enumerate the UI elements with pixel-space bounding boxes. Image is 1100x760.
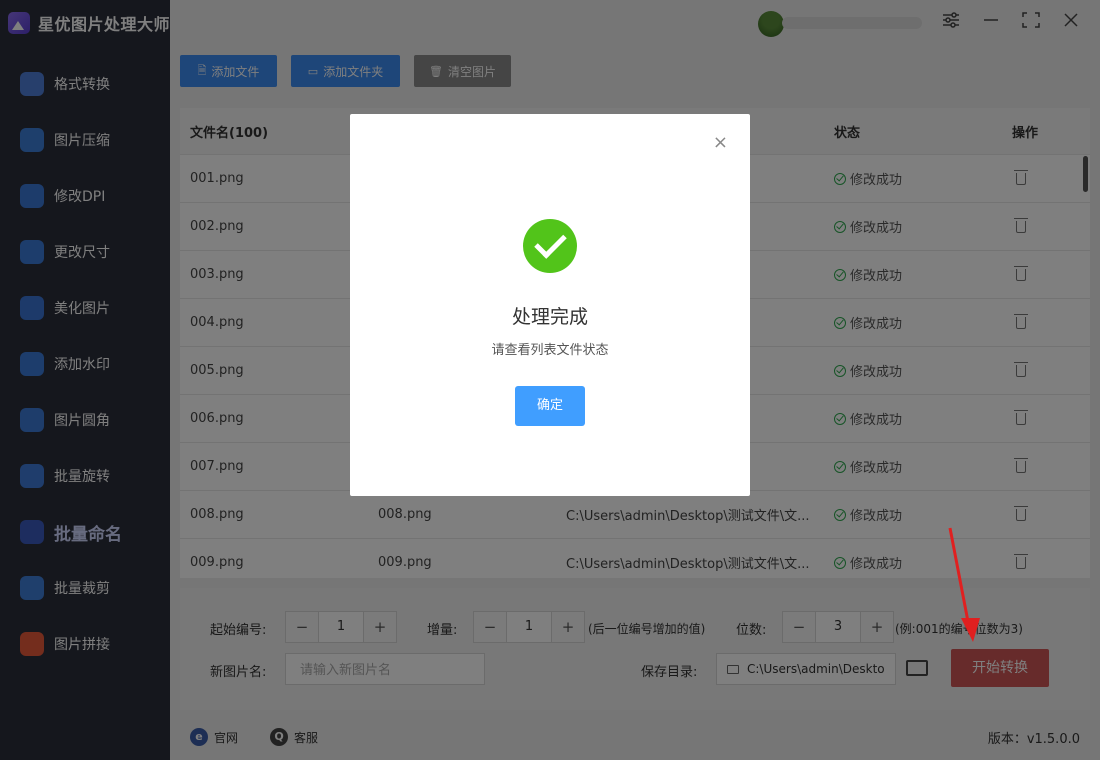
- confirm-button[interactable]: 确定: [515, 386, 585, 426]
- dialog-message: 请查看列表文件状态: [491, 343, 609, 358]
- success-check-icon: [523, 219, 577, 273]
- dialog-close-icon[interactable]: ×: [713, 132, 728, 153]
- dialog-title: 处理完成: [511, 306, 588, 328]
- completion-dialog: × 处理完成 请查看列表文件状态 确定: [350, 114, 750, 496]
